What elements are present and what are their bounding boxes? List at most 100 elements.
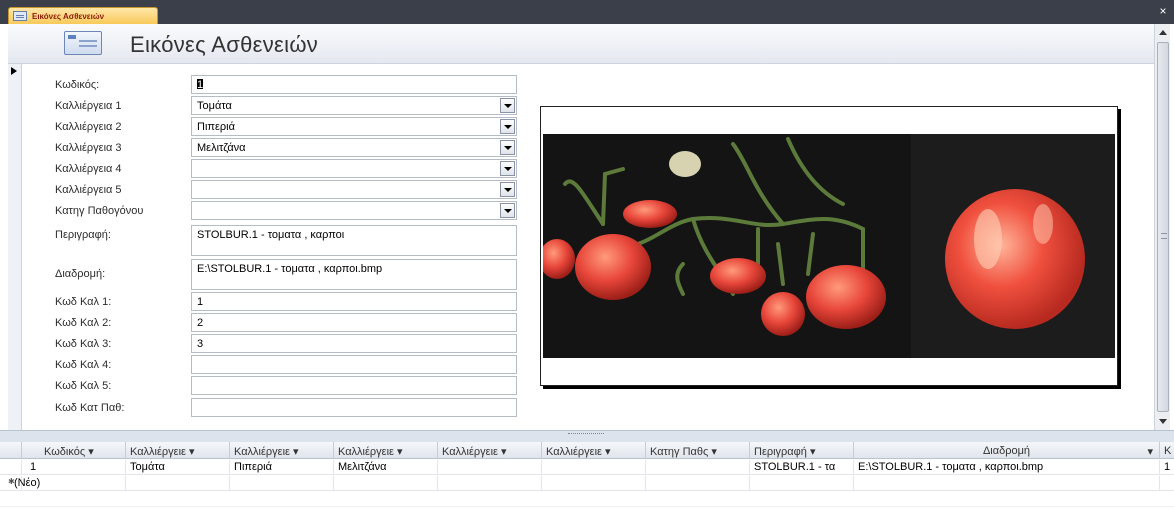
new-record-label[interactable]: (Νέο) <box>0 476 126 491</box>
kod-kal-5-field[interactable] <box>191 376 517 395</box>
column-header-label: Καλλιέργειε <box>130 446 186 458</box>
field-label: Καλλιέργεια 2 <box>55 121 122 133</box>
field-label: Καλλιέργεια 5 <box>55 184 122 196</box>
table-cell[interactable]: STOLBUR.1 - τα <box>750 460 854 475</box>
table-cell[interactable] <box>854 476 1160 491</box>
column-header-katig-path[interactable]: Κατηγ Παθς ▾ <box>646 442 750 459</box>
table-cell[interactable]: 1 <box>1160 460 1174 475</box>
column-header-label: K <box>1164 445 1172 457</box>
table-cell[interactable] <box>438 460 542 475</box>
field-label: Καλλιέργεια 1 <box>55 100 122 112</box>
row-selector[interactable] <box>0 460 22 475</box>
kalliergeia-2-combo[interactable]: Πιπεριά <box>191 117 517 136</box>
field-value: Τομάτα <box>197 100 232 112</box>
chevron-down-icon[interactable]: ▾ <box>189 446 195 458</box>
kod-kal-2-field[interactable]: 2 <box>191 313 517 332</box>
chevron-down-icon[interactable]: ▾ <box>810 446 816 458</box>
column-header-label: Περιγραφή <box>754 446 807 458</box>
kalliergeia-1-combo[interactable]: Τομάτα <box>191 96 517 115</box>
empty-row <box>0 492 1174 507</box>
current-record-arrow-icon <box>11 67 17 75</box>
chevron-down-icon[interactable] <box>500 98 515 113</box>
form-header-icon <box>64 31 102 55</box>
chevron-down-icon[interactable] <box>500 161 515 176</box>
kod-kal-3-field[interactable]: 3 <box>191 334 517 353</box>
column-header-label: Καλλιέργειε <box>338 446 394 458</box>
column-header-kalliergeia-3[interactable]: Καλλιέργειε ▾ <box>334 442 438 459</box>
chevron-down-icon[interactable] <box>500 203 515 218</box>
chevron-down-icon[interactable] <box>500 119 515 134</box>
tab-eikones-astheneion[interactable]: Εικόνες Ασθενειών <box>8 7 158 24</box>
kategoria-pathogonou-combo[interactable] <box>191 201 517 220</box>
column-header-kalliergeia-1[interactable]: Καλλιέργειε ▾ <box>126 442 230 459</box>
column-header-kalliergeia-5[interactable]: Καλλιέργειε ▾ <box>542 442 646 459</box>
chevron-down-icon[interactable] <box>500 140 515 155</box>
select-all-cell[interactable] <box>0 442 22 459</box>
document-tab-strip: Εικόνες Ασθενειών × <box>0 0 1174 24</box>
close-icon[interactable]: × <box>1156 4 1170 18</box>
column-header-diadromi[interactable]: Διαδρομή ▾ <box>854 442 1160 459</box>
field-value: 3 <box>197 338 204 350</box>
chevron-down-icon[interactable]: ▾ <box>397 446 403 458</box>
kod-kal-4-field[interactable] <box>191 355 517 374</box>
kod-kat-path-field[interactable] <box>191 398 517 417</box>
field-label: Κωδ Κατ Παθ: <box>55 402 125 414</box>
diadromi-field[interactable]: E:\STOLBUR.1 - τοματα , καρποι.bmp <box>191 259 517 290</box>
column-header-label: Καλλιέργειε <box>234 446 290 458</box>
table-cell[interactable]: 1 <box>22 460 126 475</box>
table-cell[interactable] <box>542 460 646 475</box>
field-label: Διαδρομή: <box>55 268 106 280</box>
column-header-k[interactable]: K <box>1160 442 1174 459</box>
table-cell[interactable] <box>126 476 230 491</box>
chevron-down-icon[interactable]: ▾ <box>1147 445 1153 458</box>
column-header-perigrafi[interactable]: Περιγραφή ▾ <box>750 442 854 459</box>
field-value: E:\STOLBUR.1 - τοματα , καρποι.bmp <box>197 263 383 275</box>
kalliergeia-4-combo[interactable] <box>191 159 517 178</box>
table-cell[interactable]: Πιπεριά <box>230 460 334 475</box>
field-label: Περιγραφή: <box>55 229 111 241</box>
splitter-grip-icon <box>568 433 604 436</box>
column-header-kodikos[interactable]: Κωδικός ▾ <box>22 442 126 459</box>
table-cell[interactable] <box>750 476 854 491</box>
kalliergeia-5-combo[interactable] <box>191 180 517 199</box>
new-record-row[interactable]: ✱ (Νέο) <box>0 476 1174 491</box>
table-cell[interactable] <box>646 460 750 475</box>
disease-image-frame[interactable] <box>540 106 1118 386</box>
form-icon <box>13 11 27 21</box>
scroll-up-icon[interactable] <box>1156 26 1170 40</box>
chevron-down-icon[interactable]: ▾ <box>88 446 94 458</box>
field-value: Πιπεριά <box>197 121 235 133</box>
chevron-down-icon[interactable]: ▾ <box>605 446 611 458</box>
table-cell[interactable] <box>438 476 542 491</box>
kod-kal-1-field[interactable]: 1 <box>191 292 517 311</box>
field-label: Κατηγ Παθογόνου <box>55 205 144 217</box>
chevron-down-icon[interactable]: ▾ <box>501 446 507 458</box>
table-cell[interactable] <box>646 476 750 491</box>
column-header-kalliergeia-2[interactable]: Καλλιέργειε ▾ <box>230 442 334 459</box>
perigrafi-field[interactable]: STOLBUR.1 - τοματα , καρποι <box>191 225 517 256</box>
kodikos-field[interactable]: 1 <box>191 75 517 94</box>
table-row[interactable]: 1 Τομάτα Πιπεριά Μελιτζάνα STOLBUR.1 - τ… <box>0 460 1174 475</box>
scroll-down-icon[interactable] <box>1156 414 1170 428</box>
table-cell[interactable]: E:\STOLBUR.1 - τοματα , καρποι.bmp <box>854 460 1160 475</box>
kalliergeia-3-combo[interactable]: Μελιτζάνα <box>191 138 517 157</box>
table-cell[interactable] <box>542 476 646 491</box>
table-cell[interactable] <box>230 476 334 491</box>
chevron-down-icon[interactable]: ▾ <box>711 446 717 458</box>
table-cell[interactable]: Τομάτα <box>126 460 230 475</box>
table-cell[interactable] <box>334 476 438 491</box>
chevron-down-icon[interactable] <box>500 182 515 197</box>
field-value: STOLBUR.1 - τοματα , καρποι <box>197 229 345 241</box>
column-header-label: Καλλιέργειε <box>546 446 602 458</box>
record-selector[interactable] <box>8 64 22 430</box>
form-vertical-scrollbar[interactable] <box>1154 24 1170 430</box>
field-label: Κωδ Καλ 3: <box>55 338 112 350</box>
field-label: Κωδ Καλ 5: <box>55 380 112 392</box>
table-cell[interactable]: Μελιτζάνα <box>334 460 438 475</box>
split-form-divider[interactable] <box>0 430 1174 442</box>
scrollbar-thumb[interactable] <box>1157 42 1169 412</box>
field-label: Καλλιέργεια 4 <box>55 163 122 175</box>
column-header-kalliergeia-4[interactable]: Καλλιέργειε ▾ <box>438 442 542 459</box>
field-label: Κωδ Καλ 4: <box>55 359 112 371</box>
chevron-down-icon[interactable]: ▾ <box>293 446 299 458</box>
